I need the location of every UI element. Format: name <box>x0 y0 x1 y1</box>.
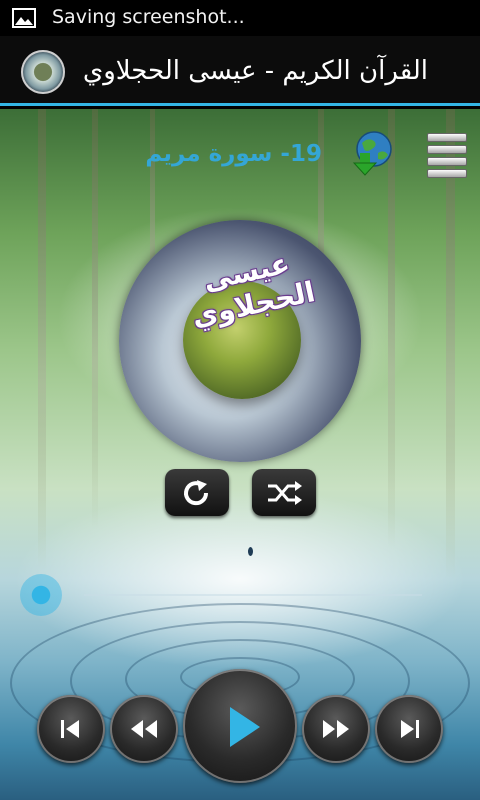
action-bar: القرآن الكريم - عيسى الحجلاوي <box>0 36 480 106</box>
skip-previous-icon <box>61 720 79 738</box>
repeat-button[interactable] <box>165 469 229 516</box>
rewind-button[interactable] <box>110 695 178 763</box>
app-logo-icon[interactable] <box>21 50 65 94</box>
shuffle-button[interactable] <box>252 469 316 516</box>
repeat-icon <box>184 480 209 506</box>
player-screen: 19- سورة مريم عيسى الحجلاوي <box>0 109 480 800</box>
shuffle-icon <box>268 481 302 505</box>
seek-bar-thumb[interactable] <box>20 574 62 616</box>
skip-next-icon <box>401 720 419 738</box>
background-tree <box>446 109 455 579</box>
water-drop <box>248 547 253 556</box>
globe-download-icon[interactable] <box>352 131 394 177</box>
status-text: Saving screenshot... <box>52 6 245 28</box>
app-title: القرآن الكريم - عيسى الحجلاوي <box>82 56 428 86</box>
menu-icon[interactable] <box>427 133 467 179</box>
play-icon <box>230 707 260 747</box>
fast-forward-icon <box>323 720 349 738</box>
fast-forward-button[interactable] <box>302 695 370 763</box>
skip-previous-button[interactable] <box>37 695 105 763</box>
background-tree <box>38 109 46 569</box>
status-bar: Saving screenshot... <box>0 0 480 36</box>
surah-title: 19- سورة مريم <box>145 141 322 167</box>
play-button[interactable] <box>183 669 297 783</box>
background-tree <box>92 109 98 529</box>
skip-next-button[interactable] <box>375 695 443 763</box>
image-icon <box>12 8 36 28</box>
rewind-icon <box>131 720 157 738</box>
seek-bar-track[interactable] <box>84 594 422 596</box>
